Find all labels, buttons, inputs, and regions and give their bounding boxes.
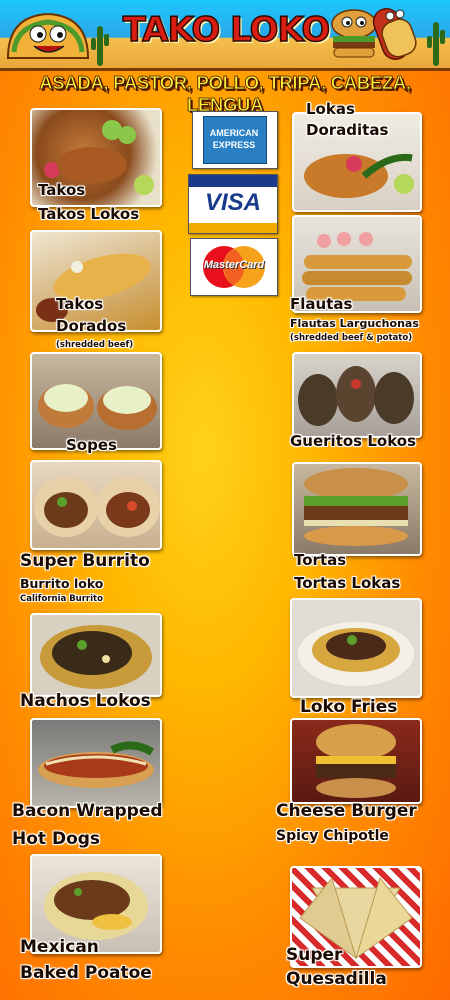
gueritos-photo <box>292 352 422 438</box>
takos-dorados-note: (shredded beef) <box>56 340 134 350</box>
flautas-name: Flautas <box>290 295 353 313</box>
hot-dogs-name2: Hot Dogs <box>12 829 101 849</box>
takos-dorados-name1: Takos <box>56 295 104 313</box>
hot-dogs-photo <box>30 718 162 808</box>
hotdog-mascot-icon <box>372 8 417 60</box>
tortas-name1: Tortas <box>294 551 347 569</box>
nachos-photo <box>30 613 162 697</box>
visa-card: VISA <box>188 174 278 234</box>
super-burrito-name: Super Burrito <box>20 551 150 571</box>
amex-card: AMERICAN EXPRESS <box>192 111 278 169</box>
cheese-burger-sub: Spicy Chipotle <box>276 828 389 844</box>
menu-page: TAKO LOKO ASADA, PASTOR, POLLO, TRIPA, C… <box>0 0 450 1000</box>
loko-fries-photo <box>290 598 422 698</box>
cheese-burger-name: Cheese Burger <box>276 801 417 821</box>
tortas-photo <box>292 462 422 556</box>
mastercard-label: MasterCard <box>203 259 265 271</box>
cactus-icon <box>91 26 109 66</box>
hot-dogs-name1: Bacon Wrapped <box>12 801 163 821</box>
tortas-name2: Tortas Lokas <box>294 574 401 592</box>
takos-dorados-name2: Dorados <box>56 317 127 335</box>
doraditas-name1: Lokas <box>306 100 355 118</box>
super-burrito-note: California Burrito <box>20 594 103 604</box>
quesadilla-name1: Super <box>286 945 343 965</box>
flautas-note: (shredded beef & potato) <box>290 333 413 343</box>
amex-line1: AMERICAN <box>209 128 259 138</box>
header-banner: TAKO LOKO <box>0 0 450 71</box>
doraditas-name2: Doraditas <box>306 121 389 139</box>
cactus-icon <box>427 22 445 66</box>
takos-name: Takos <box>38 181 86 199</box>
brand-title: TAKO LOKO <box>122 9 331 51</box>
taco-mascot-icon <box>6 12 90 59</box>
nachos-name: Nachos Lokos <box>20 691 151 711</box>
baked-potato-name1: Mexican <box>20 937 99 957</box>
cheese-burger-photo <box>290 718 422 804</box>
loko-fries-name: Loko Fries <box>300 697 398 717</box>
flautas-sub: Flautas Larguchonas <box>290 317 419 330</box>
super-burrito-photo <box>30 460 162 550</box>
quesadilla-name2: Quesadilla <box>286 969 387 989</box>
super-burrito-sub: Burrito loko <box>20 576 104 591</box>
mastercard-card: MasterCard <box>190 238 278 296</box>
takos-sub: Takos Lokos <box>38 205 140 223</box>
sopes-name: Sopes <box>66 436 117 454</box>
gueritos-name: Gueritos Lokos <box>290 432 417 450</box>
baked-potato-name2: Baked Poatoe <box>20 963 152 983</box>
visa-label: VISA <box>204 189 261 216</box>
amex-line2: EXPRESS <box>212 140 256 150</box>
